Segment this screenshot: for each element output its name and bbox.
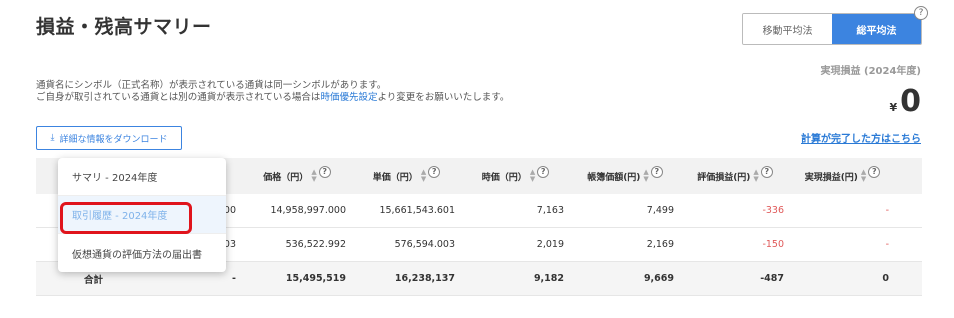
market-price-cell: 7,163: [536, 205, 564, 216]
help-icon[interactable]: ?: [868, 166, 881, 178]
notice-line-2: ご自身が取引されている通貨とは別の通貨が表示されている場合は時価優先設定より変更…: [36, 92, 509, 104]
total-qty-cell: -: [232, 273, 236, 284]
book-value-cell: 7,499: [646, 205, 674, 216]
help-icon[interactable]: ?: [318, 166, 331, 178]
help-icon[interactable]: ?: [760, 166, 773, 178]
price-cell: 14,958,997.000: [270, 205, 346, 216]
method-toggle: 移動平均法 総平均法: [742, 13, 922, 45]
book-value-cell: 2,169: [646, 239, 674, 250]
eval-pl-cell: -150: [762, 239, 784, 250]
header-market-price[interactable]: 時価（円） ▲ ▼?: [461, 166, 570, 183]
sort-icon[interactable]: ▲ ▼: [311, 169, 316, 183]
help-icon[interactable]: ?: [428, 166, 441, 178]
header-realized-pl[interactable]: 実現損益(円) ▲ ▼?: [790, 166, 895, 183]
menu-item-summary[interactable]: サマリ - 2024年度: [58, 158, 226, 196]
sort-icon[interactable]: ▲ ▼: [643, 169, 648, 183]
header-price[interactable]: 価格（円） ▲ ▼?: [242, 166, 352, 183]
header-label: 価格（円）: [263, 172, 309, 183]
realized-pl-cell: -: [885, 205, 889, 216]
notice-line-1: 通貨名にシンボル（正式名称）が表示されている通貨は同一シンボルがあります。: [36, 80, 387, 91]
total-average-button[interactable]: 総平均法: [832, 14, 921, 44]
download-icon: ⤓: [50, 133, 55, 143]
help-icon[interactable]: ?: [914, 6, 928, 20]
notice-line-2-suffix: より変更をお願いいたします。: [377, 92, 510, 103]
total-unit-price-cell: 16,238,137: [394, 273, 455, 284]
header-label: 単価（円）: [372, 172, 418, 183]
price-cell: 536,522.992: [285, 239, 346, 250]
total-label: 合計: [84, 274, 104, 286]
sort-icon[interactable]: ▲ ▼: [753, 169, 758, 183]
calc-done-link[interactable]: 計算が完了した方はこちら: [801, 130, 921, 145]
unit-price-cell: 15,661,543.601: [379, 205, 455, 216]
help-icon[interactable]: ?: [650, 166, 663, 178]
eval-pl-cell: -336: [762, 205, 784, 216]
total-price-cell: 15,495,519: [285, 273, 346, 284]
sort-icon[interactable]: ▲ ▼: [421, 169, 426, 183]
total-market-price-cell: 9,182: [533, 273, 564, 284]
total-realized-pl-cell: 0: [882, 273, 889, 284]
download-details-button[interactable]: ⤓ 詳細な情報をダウンロード: [36, 126, 182, 150]
sort-icon[interactable]: ▲ ▼: [530, 169, 535, 183]
realized-pl-amount: 0: [900, 84, 921, 119]
header-label: 評価損益(円): [697, 172, 751, 183]
moving-average-button[interactable]: 移動平均法: [743, 14, 832, 44]
realized-pl-cell: -: [885, 239, 889, 250]
header-label: 時価（円）: [481, 172, 527, 183]
page-title: 損益・残高サマリー: [36, 16, 212, 38]
sort-icon[interactable]: ▲ ▼: [861, 169, 866, 183]
header-eval-pl[interactable]: 評価損益(円) ▲ ▼?: [680, 166, 790, 183]
header-unit-price[interactable]: 単価（円） ▲ ▼?: [352, 166, 461, 183]
unit-price-cell: 576,594.003: [394, 239, 455, 250]
highlight-annotation: [60, 202, 192, 234]
total-book-value-cell: 9,669: [643, 273, 674, 284]
download-details-label: 詳細な情報をダウンロード: [59, 134, 168, 145]
yen-symbol: ¥: [889, 101, 898, 114]
help-icon[interactable]: ?: [537, 166, 550, 178]
realized-pl-label: 実現損益 (2024年度): [820, 66, 921, 77]
header-label: 帳簿価額(円): [587, 172, 641, 183]
price-priority-setting-link[interactable]: 時価優先設定: [320, 92, 377, 103]
header-label: 実現損益(円): [804, 172, 858, 183]
notice-text: 通貨名にシンボル（正式名称）が表示されている通貨は同一シンボルがあります。 ご自…: [36, 80, 509, 104]
total-eval-pl-cell: -487: [760, 273, 784, 284]
realized-pl-value: ¥ 0: [889, 84, 921, 119]
header-book-value[interactable]: 帳簿価額(円) ▲ ▼?: [570, 166, 680, 183]
menu-item-valuation-method-form[interactable]: 仮想通貨の評価方法の届出書: [58, 234, 226, 272]
notice-line-2-prefix: ご自身が取引されている通貨とは別の通貨が表示されている場合は: [36, 92, 321, 103]
market-price-cell: 2,019: [536, 239, 564, 250]
